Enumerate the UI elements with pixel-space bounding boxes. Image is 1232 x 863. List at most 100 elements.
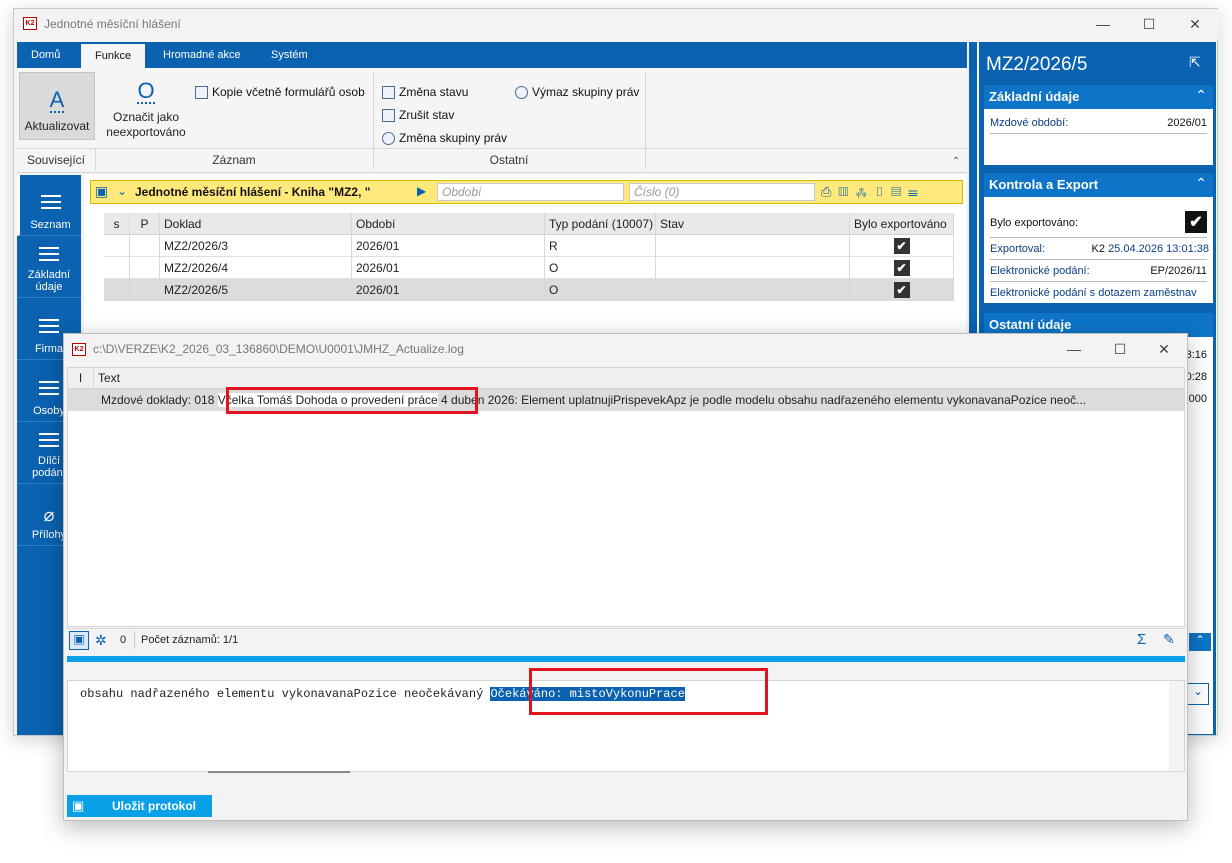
maximize-button[interactable]: ☐ xyxy=(1126,9,1172,39)
ostatni-value-3: 000 xyxy=(1188,393,1207,405)
floppy-icon: ▣ xyxy=(72,798,85,813)
collapse-icon[interactable]: ⌃ xyxy=(1195,175,1207,192)
cell-doklad: MZ2/2026/4 xyxy=(160,257,352,279)
cell-typ: O xyxy=(545,257,656,279)
state-change-icon xyxy=(382,85,395,99)
lock-delete-icon xyxy=(515,85,528,99)
export-checkbox[interactable]: ✔ xyxy=(893,282,910,298)
obdobi-filter[interactable]: Období xyxy=(437,183,624,201)
zrusit-stav-button[interactable]: Zrušit stav xyxy=(382,108,454,122)
annotation-box-expected xyxy=(529,668,768,715)
tab-domu[interactable]: Domů xyxy=(17,44,74,66)
zmena-stavu-button[interactable]: Změna stavu xyxy=(382,85,468,99)
close-button[interactable]: ✕ xyxy=(1172,9,1218,39)
collapse-ribbon-icon[interactable]: ⌃ xyxy=(952,156,960,167)
cell-obdobi: 2026/01 xyxy=(352,235,545,257)
section-zakladni-udaje: Základní údaje ⌃ Mzdové období: 2026/01 xyxy=(983,84,1214,166)
mzdove-obdobi-label: Mzdové období: xyxy=(990,117,1069,129)
collapse-icon[interactable]: ⌃ xyxy=(1195,87,1207,104)
list-icon xyxy=(40,195,61,209)
col-typ-podani[interactable]: Typ podání (10007) xyxy=(545,213,656,235)
log-grid: I Text Mzdové doklady: 018 Včelka Tomáš … xyxy=(67,367,1185,627)
grid-toolbar-icons[interactable]: ⎙▥⁂▯▤☰ xyxy=(821,184,925,200)
ribbon: A Aktualizovat O Označit jako neexportov… xyxy=(17,68,967,173)
tab-funkce[interactable]: Funkce xyxy=(81,44,146,68)
col-text[interactable]: Text xyxy=(94,368,1184,389)
main-window-title: Jednotné měsíční hlášení xyxy=(44,17,181,31)
cislo-filter[interactable]: Číslo (0) xyxy=(629,183,815,201)
tab-system[interactable]: Systém xyxy=(257,44,322,66)
mzdove-obdobi-value: 2026/01 xyxy=(1167,117,1207,129)
sidebar-item-seznam[interactable]: Seznam xyxy=(17,175,81,236)
tab-hromadne-akce[interactable]: Hromadné akce xyxy=(149,44,255,66)
col-obdobi[interactable]: Období xyxy=(352,213,545,235)
elpodani-label: Elektronické podání: xyxy=(990,265,1090,277)
copy-icon xyxy=(195,85,208,99)
table-row-selected[interactable]: MZ2/2026/5 2026/01 O ✔ xyxy=(104,279,954,301)
expand-icon[interactable]: ⌄ xyxy=(1187,683,1209,705)
ribbon-group-line xyxy=(17,148,967,149)
export-checkbox[interactable]: ✔ xyxy=(893,238,910,254)
log-status-bar: ▣ ✲ 0 Počet záznamů: 1/1 Σ ✎ xyxy=(67,628,1185,652)
cell-typ: O xyxy=(545,279,656,301)
grid-toolbar: ▣ ⌄ Jednotné měsíční hlášení - Kniha "MZ… xyxy=(90,180,963,204)
snowflake-icon[interactable]: ✲ xyxy=(95,632,107,649)
log-title-bar: K2 c:\D\VERZE\K2_2026_03_136860\DEMO\U00… xyxy=(64,334,1187,364)
col-doklad[interactable]: Doklad xyxy=(160,213,352,235)
table-row[interactable]: MZ2/2026/4 2026/01 O ✔ xyxy=(104,257,954,279)
sum-icon[interactable]: Σ xyxy=(1137,631,1146,648)
grid-header: s P Doklad Období Typ podání (10007) Sta… xyxy=(104,213,954,235)
section-header[interactable]: Základní údaje xyxy=(984,85,1213,109)
save-protocol-button[interactable]: ▣ Uložit protokol xyxy=(67,795,212,817)
aktualizovat-button[interactable]: A Aktualizovat xyxy=(19,72,95,140)
sidebar-item-zakladni-udaje[interactable]: Základní údaje xyxy=(17,236,81,298)
grid-title: Jednotné měsíční hlášení - Kniha "MZ2, " xyxy=(135,185,371,199)
cell-typ: R xyxy=(545,235,656,257)
refresh-icon: A xyxy=(49,87,65,113)
pocet-zaznamu: Počet záznamů: 1/1 xyxy=(141,634,239,646)
col-i[interactable]: I xyxy=(68,368,94,389)
col-p[interactable]: P xyxy=(130,213,160,235)
col-stav[interactable]: Stav xyxy=(656,213,850,235)
export-checkbox[interactable]: ✔ xyxy=(893,260,910,276)
cell-doklad: MZ2/2026/5 xyxy=(160,279,352,301)
section-kontrola-export: Kontrola a Export ⌃ Bylo exportováno: ✔ … xyxy=(983,172,1214,304)
log-minimize-button[interactable]: — xyxy=(1051,334,1097,364)
minimize-button[interactable]: — xyxy=(1080,9,1126,39)
ostatni-value-2: 0:28 xyxy=(1185,371,1207,383)
col-s[interactable]: s xyxy=(104,213,130,235)
vertical-scrollbar[interactable] xyxy=(1169,681,1184,771)
col-bylo-exportovano[interactable]: Bylo exportováno xyxy=(850,213,954,235)
elpodani-value[interactable]: EP/2026/11 xyxy=(1150,265,1207,277)
horizontal-scrollbar[interactable] xyxy=(208,771,350,773)
doc-title: MZ2/2026/5 xyxy=(986,54,1088,76)
edit-icon[interactable]: ✎ xyxy=(1163,631,1175,648)
zmena-skupiny-button[interactable]: Změna skupiny práv xyxy=(382,131,507,145)
log-maximize-button[interactable]: ☐ xyxy=(1097,334,1143,364)
cancel-state-icon xyxy=(382,108,395,122)
popout-icon[interactable]: ⇱ xyxy=(1189,54,1201,71)
aktualizovat-label: Aktualizovat xyxy=(24,119,90,133)
ribbon-tab-bar: Domů Funkce Hromadné akce Systém xyxy=(17,42,967,68)
play-icon[interactable]: ▶ xyxy=(417,184,426,198)
ribbon-separator xyxy=(645,72,646,170)
collapse-icon[interactable]: ⌃ xyxy=(1189,633,1211,651)
book-icon[interactable]: ▣ xyxy=(95,183,108,200)
oznacit-button[interactable]: O Označit jako neexportováno xyxy=(101,80,191,140)
oznacit-label-1: Označit jako xyxy=(112,110,180,124)
cell-stav xyxy=(656,257,850,279)
log-grid-header: I Text xyxy=(68,368,1184,389)
exportoval-value: K2 25.04.2026 13:01:38 xyxy=(1091,243,1209,255)
section-header[interactable]: Kontrola a Export xyxy=(984,173,1213,197)
table-row[interactable]: MZ2/2026/3 2026/01 R ✔ xyxy=(104,235,954,257)
log-close-button[interactable]: ✕ xyxy=(1141,334,1187,364)
vymaz-skupiny-button[interactable]: Výmaz skupiny práv xyxy=(515,85,639,99)
kopie-button[interactable]: Kopie včetně formulářů osob xyxy=(195,85,365,99)
oznacit-label-2: neexportováno xyxy=(106,125,186,139)
bylo-exportovano-checkbox[interactable]: ✔ xyxy=(1185,211,1207,233)
book-icon[interactable]: ▣ xyxy=(69,631,89,650)
annotation-box-person xyxy=(226,387,478,414)
group-zaznam: Záznam xyxy=(212,153,256,167)
chevron-down-icon[interactable]: ⌄ xyxy=(117,184,127,198)
log-splitter[interactable] xyxy=(67,656,1185,662)
